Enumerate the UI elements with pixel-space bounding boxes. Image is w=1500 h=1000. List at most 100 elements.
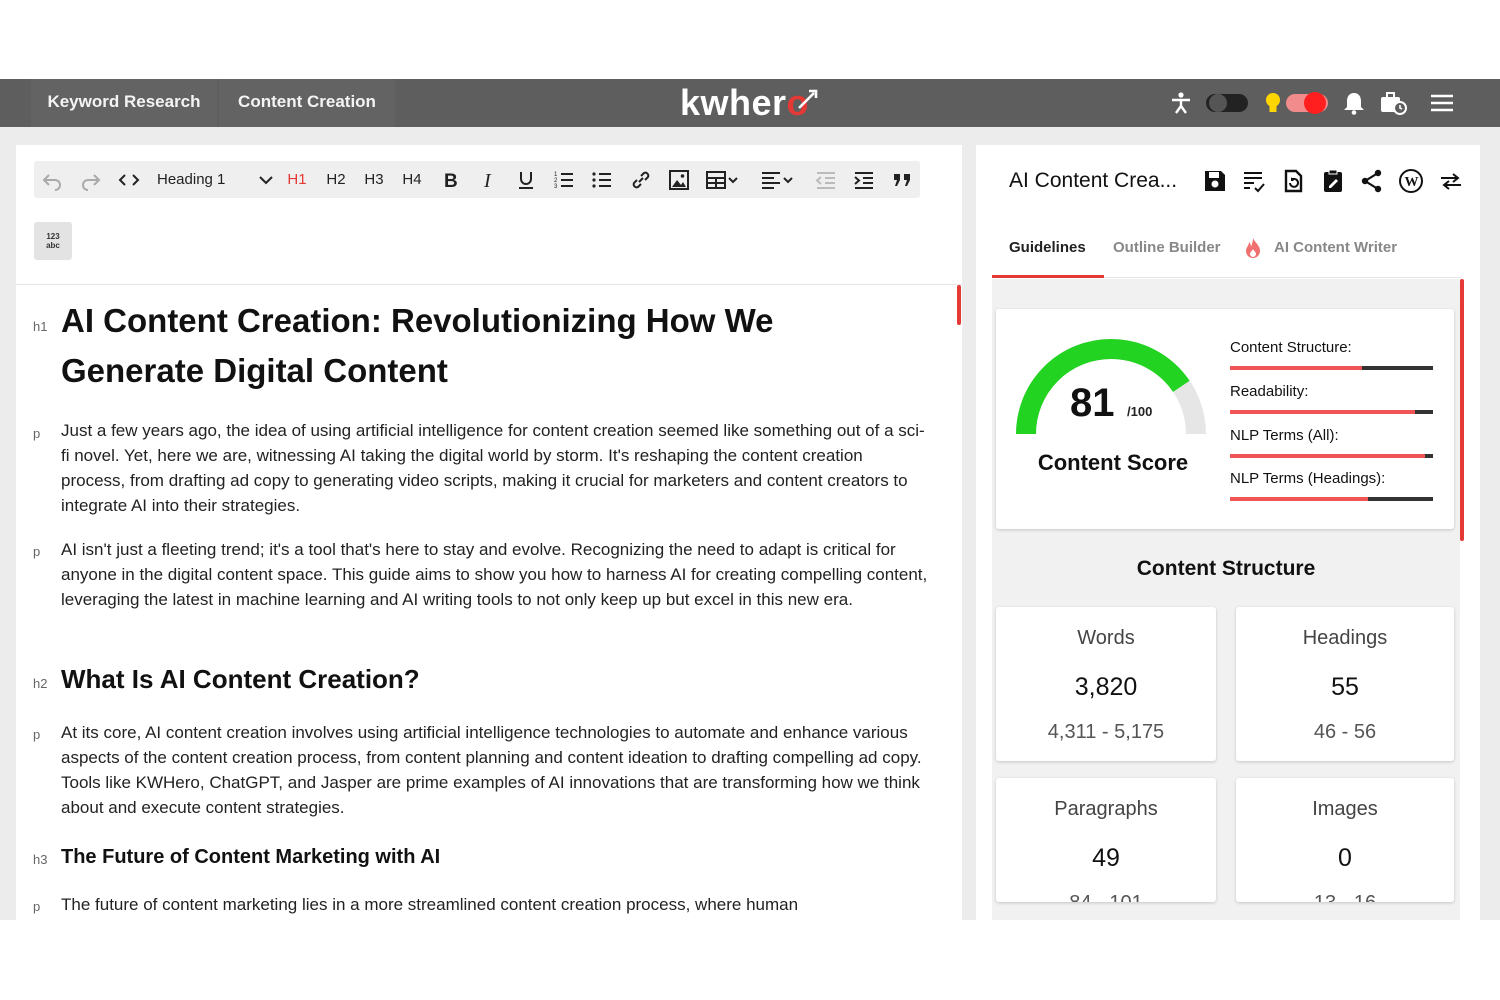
stat-label: Headings — [1302, 627, 1388, 649]
metric-readability-bar — [1230, 410, 1433, 414]
h3-button[interactable]: H3 — [360, 161, 388, 198]
bullet-list-icon[interactable] — [590, 168, 614, 192]
block-tag-h3: h3 — [33, 852, 48, 867]
document-h1[interactable]: AI Content Creation: Revolutionizing How… — [61, 296, 921, 396]
accessibility-icon[interactable] — [1168, 91, 1194, 115]
h1-button[interactable]: H1 — [283, 161, 311, 198]
kwhero-logo[interactable]: kwhero — [680, 81, 809, 125]
stat-card-words: Words 3,820 4,311 - 5,175 — [996, 607, 1216, 761]
metric-nlp-all-bar — [1230, 454, 1433, 458]
metric-content-structure-bar — [1230, 366, 1433, 370]
italic-icon[interactable]: I — [476, 168, 500, 192]
block-tag-p: p — [33, 426, 41, 441]
metric-nlp-headings-bar — [1230, 497, 1433, 501]
panel-scrollbar[interactable] — [1460, 279, 1464, 541]
content-score-label: Content Score — [1037, 450, 1189, 475]
save-icon[interactable] — [1202, 168, 1228, 194]
menu-icon[interactable] — [1429, 91, 1455, 115]
swap-icon[interactable] — [1438, 168, 1464, 194]
tab-ai-content-writer[interactable]: AI Content Writer — [1274, 239, 1397, 256]
outdent-icon[interactable] — [814, 168, 838, 192]
app-window: Keyword Research Content Creation kwhero… — [0, 79, 1500, 920]
ordered-list-icon[interactable]: 123 — [552, 168, 576, 192]
code-icon[interactable] — [117, 168, 141, 192]
fire-icon — [1246, 238, 1260, 258]
guidelines-panel: AI Content Crea... W Guidelines Outline … — [976, 145, 1480, 920]
stat-range: 46 - 56 — [1313, 721, 1377, 743]
bulb-icon[interactable] — [1260, 91, 1286, 115]
h2-button[interactable]: H2 — [322, 161, 350, 198]
block-tag-p: p — [33, 899, 41, 914]
briefcase-clock-icon[interactable] — [1379, 91, 1407, 115]
logo-arrow-icon — [798, 89, 818, 109]
redo-icon[interactable] — [79, 168, 103, 192]
stat-range: 4,311 - 5,175 — [1047, 721, 1165, 743]
share-icon[interactable] — [1359, 168, 1385, 194]
block-tag-p: p — [33, 544, 41, 559]
editor-divider — [16, 284, 962, 285]
document-h2[interactable]: What Is AI Content Creation? — [61, 661, 420, 697]
align-icon[interactable] — [760, 168, 794, 192]
bell-icon[interactable] — [1341, 91, 1367, 115]
active-tab-indicator — [992, 275, 1104, 278]
paragraph-1[interactable]: Just a few years ago, the idea of using … — [61, 418, 931, 518]
refresh-doc-icon[interactable] — [1280, 168, 1306, 194]
stat-card-paragraphs: Paragraphs 49 84 - 101 — [996, 778, 1216, 902]
theme-toggle[interactable] — [1206, 91, 1248, 115]
stat-value: 49 — [1092, 844, 1120, 872]
editor-panel: Heading 1 H1 H2 H3 H4 B I 123 123 abc h1 … — [16, 145, 962, 920]
spellcheck-button[interactable]: 123 abc — [34, 222, 72, 260]
image-icon[interactable] — [667, 168, 691, 192]
logo-text: kwher — [680, 82, 787, 123]
tab-outline-builder[interactable]: Outline Builder — [1113, 239, 1221, 256]
editor-toolbar: Heading 1 H1 H2 H3 H4 B I 123 — [34, 161, 920, 198]
undo-icon[interactable] — [40, 168, 64, 192]
block-tag-p: p — [33, 727, 41, 742]
spellcheck-label-bottom: abc — [46, 241, 60, 250]
underline-icon[interactable] — [514, 168, 538, 192]
paragraph-4[interactable]: The future of content marketing lies in … — [61, 892, 931, 917]
clipboard-edit-icon[interactable] — [1320, 168, 1346, 194]
metric-content-structure-label: Content Structure: — [1230, 339, 1352, 356]
editor-scrollbar[interactable] — [957, 285, 961, 325]
content-score-max: /100 — [1127, 404, 1153, 419]
quote-icon[interactable] — [890, 168, 914, 192]
metric-nlp-all-label: NLP Terms (All): — [1230, 427, 1339, 444]
chevron-down-icon[interactable] — [254, 168, 278, 192]
bold-icon[interactable]: B — [438, 168, 462, 192]
tab-guidelines[interactable]: Guidelines — [1009, 239, 1086, 256]
indent-icon[interactable] — [852, 168, 876, 192]
svg-text:W: W — [1405, 175, 1419, 190]
block-tag-h2: h2 — [33, 676, 48, 691]
document-h3[interactable]: The Future of Content Marketing with AI — [61, 842, 440, 872]
top-bar: Keyword Research Content Creation kwhero — [0, 79, 1500, 127]
nav-tab-keyword-research[interactable]: Keyword Research — [31, 79, 217, 127]
stat-label: Paragraphs — [1054, 798, 1158, 820]
stat-range: 84 - 101 — [996, 892, 1216, 902]
metric-nlp-headings-label: NLP Terms (Headings): — [1230, 470, 1386, 487]
document-title[interactable]: AI Content Crea... — [1009, 169, 1177, 193]
block-tag-h1: h1 — [33, 319, 48, 334]
content-score-value: 81 — [1070, 381, 1115, 425]
nav-tab-content-creation[interactable]: Content Creation — [219, 79, 395, 127]
notification-toggle[interactable] — [1286, 91, 1328, 115]
stat-value: 55 — [1331, 673, 1359, 701]
content-structure-title: Content Structure — [1136, 557, 1316, 580]
svg-text:B: B — [444, 171, 458, 192]
table-icon[interactable] — [705, 168, 739, 192]
stat-value: 3,820 — [1074, 673, 1138, 701]
svg-text:I: I — [483, 170, 492, 192]
stat-value: 0 — [1338, 844, 1352, 872]
stat-label: Words — [1077, 627, 1135, 649]
checklist-icon[interactable] — [1241, 168, 1267, 194]
metric-readability-label: Readability: — [1230, 383, 1309, 400]
wordpress-icon[interactable]: W — [1398, 168, 1424, 194]
link-icon[interactable] — [629, 168, 653, 192]
heading-select[interactable]: Heading 1 — [157, 161, 257, 198]
svg-text:3: 3 — [554, 184, 558, 190]
paragraph-2[interactable]: AI isn't just a fleeting trend; it's a t… — [61, 537, 931, 612]
stat-label: Images — [1312, 798, 1378, 820]
paragraph-3[interactable]: At its core, AI content creation involve… — [61, 720, 931, 820]
h4-button[interactable]: H4 — [398, 161, 426, 198]
stat-range: 13 - 16 — [1236, 892, 1454, 902]
